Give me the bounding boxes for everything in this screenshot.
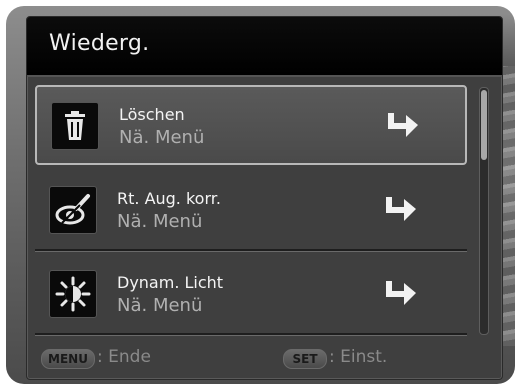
set-key-action: : Einst. [329, 347, 388, 367]
playback-menu-panel: Wiederg. Löschen Nä. Menü Rt. Aug. korr.… [26, 16, 503, 380]
menu-scrollbar[interactable] [479, 87, 489, 335]
trash-icon [51, 102, 99, 150]
menu-item-sub: Nä. Menü [117, 295, 203, 316]
camera-lcd-screen: Wiederg. Löschen Nä. Menü Rt. Aug. korr.… [6, 6, 515, 384]
menu-item-label: Löschen [119, 105, 185, 124]
menu-item-sub: Nä. Menü [119, 127, 205, 148]
menu-item-red-eye-correction[interactable]: Rt. Aug. korr. Nä. Menü [35, 171, 467, 251]
menu-item-label: Dynam. Licht [117, 273, 224, 292]
menu-item-delete[interactable]: Löschen Nä. Menü [35, 85, 467, 165]
enter-arrow-icon [388, 113, 418, 137]
menu-item-sub: Nä. Menü [117, 211, 203, 232]
item-separator [35, 333, 467, 336]
menu-key-badge: MENU [41, 349, 95, 369]
dynamic-light-icon [49, 270, 97, 318]
scroll-thumb[interactable] [481, 90, 487, 160]
red-eye-correction-icon [49, 186, 97, 234]
enter-arrow-icon [386, 281, 416, 305]
item-separator [35, 249, 467, 252]
menu-title-bar: Wiederg. [27, 17, 502, 77]
enter-arrow-icon [386, 197, 416, 221]
footer-key-guide: MENU : Ende SET : Einst. [27, 339, 502, 379]
menu-key-action: : Ende [97, 347, 151, 367]
set-key-badge: SET [283, 349, 327, 369]
menu-item-label: Rt. Aug. korr. [117, 189, 221, 208]
menu-title: Wiederg. [49, 31, 150, 56]
menu-item-dynamic-light[interactable]: Dynam. Licht Nä. Menü [35, 255, 467, 335]
